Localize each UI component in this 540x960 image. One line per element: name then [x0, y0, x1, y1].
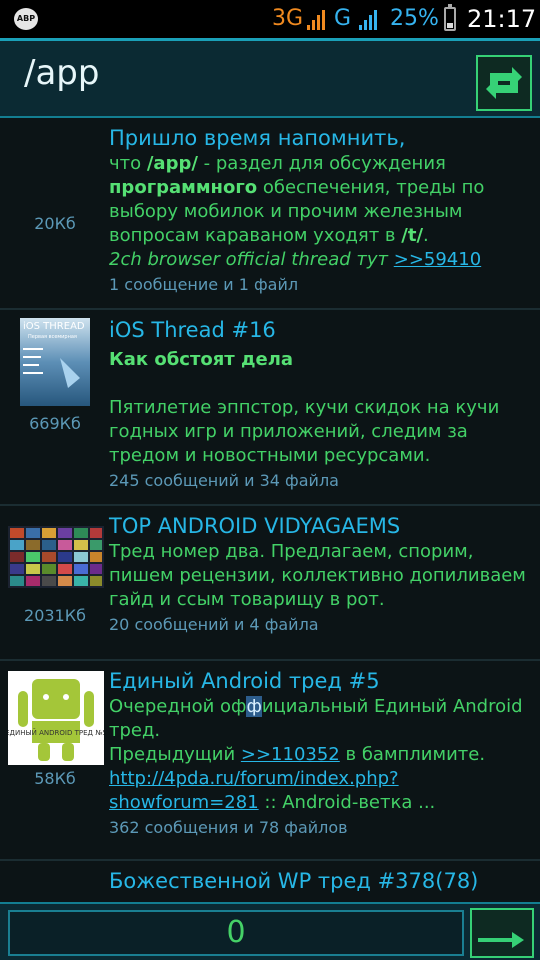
thread-list[interactable]: 20Кб Пришло время напомнить, что /app/ -…	[0, 118, 540, 902]
thread-item[interactable]: 20Кб Пришло время напомнить, что /app/ -…	[0, 118, 540, 310]
status-bar: ABP 3G G 25% 21:17	[0, 0, 540, 38]
board-header: /app	[0, 38, 540, 118]
adblock-icon: ABP	[14, 8, 38, 30]
reply-link[interactable]: >>110352	[241, 744, 340, 765]
thread-counts: 20 сообщений и 4 файла	[109, 615, 319, 634]
refresh-button[interactable]	[476, 55, 532, 111]
thread-comment: Тред номер два. Предлагаем, спорим, пише…	[109, 541, 526, 610]
thread-subject: Единый Android тред #5	[109, 669, 380, 693]
thread-item[interactable]: 2031Кб TOP ANDROID VIDYAGAEMS Тред номер…	[0, 506, 540, 661]
thread-thumbnail[interactable]: ЕДИНЫЙ ANDROID ТРЕД №5	[8, 671, 104, 765]
svg-text:iOS THREAD: iOS THREAD	[23, 321, 85, 332]
thread-counts: 362 сообщения и 78 файлов	[109, 818, 348, 837]
reply-link[interactable]: >>59410	[394, 249, 481, 270]
thread-thumbnail[interactable]: iOS THREAD Первая всемирная	[20, 318, 90, 406]
go-button[interactable]	[470, 908, 534, 958]
thread-size: 2031Кб	[24, 606, 86, 625]
thread-comment: Как обстоят дела Пятилетие эппстор, кучи…	[109, 349, 500, 466]
svg-text:ЕДИНЫЙ ANDROID ТРЕД №5: ЕДИНЫЙ ANDROID ТРЕД №5	[8, 728, 104, 737]
thread-size: 58Кб	[34, 769, 76, 788]
page-number-input[interactable]: 0	[8, 910, 464, 956]
thread-counts: 1 сообщение и 1 файл	[109, 275, 299, 294]
battery-percent: 25%	[390, 6, 439, 31]
arrow-right-icon	[478, 932, 524, 948]
thread-size: 669Кб	[29, 414, 81, 433]
thread-thumbnail[interactable]	[8, 526, 104, 588]
thread-item[interactable]: ЕДИНЫЙ ANDROID ТРЕД №5 58Кб Единый Andro…	[0, 661, 540, 861]
bottom-bar: 0	[0, 902, 540, 960]
thread-comment: Очередной оффициальный Единый Android тр…	[109, 696, 523, 813]
text-selection[interactable]: ф	[246, 696, 262, 717]
signal-2-icon	[359, 10, 377, 30]
refresh-icon	[486, 67, 522, 99]
thread-subject: Божественной WP тред #378(78)	[109, 869, 479, 893]
thread-subject: iOS Thread #16	[109, 318, 276, 342]
thread-subject: Пришло время напомнить,	[109, 126, 406, 150]
thread-comment: что /app/ - раздел для обсуждения програ…	[109, 153, 485, 270]
board-link[interactable]: /app/	[147, 153, 198, 174]
battery-icon	[444, 4, 456, 31]
thread-item[interactable]: iOS THREAD Первая всемирная 669Кб iOS Th…	[0, 310, 540, 506]
network-3g-label: 3G	[272, 6, 304, 31]
signal-icon	[307, 10, 325, 30]
board-link[interactable]: /t/	[401, 225, 423, 246]
svg-text:Первая всемирная: Первая всемирная	[28, 334, 77, 340]
thread-counts: 245 сообщений и 34 файла	[109, 471, 339, 490]
network-g-label: G	[334, 6, 352, 31]
thread-item[interactable]: Божественной WP тред #378(78)	[0, 861, 540, 902]
thread-subject: TOP ANDROID VIDYAGAEMS	[109, 514, 401, 538]
board-title: /app	[24, 53, 100, 93]
thread-size: 20Кб	[34, 214, 76, 233]
clock: 21:17	[467, 5, 537, 33]
